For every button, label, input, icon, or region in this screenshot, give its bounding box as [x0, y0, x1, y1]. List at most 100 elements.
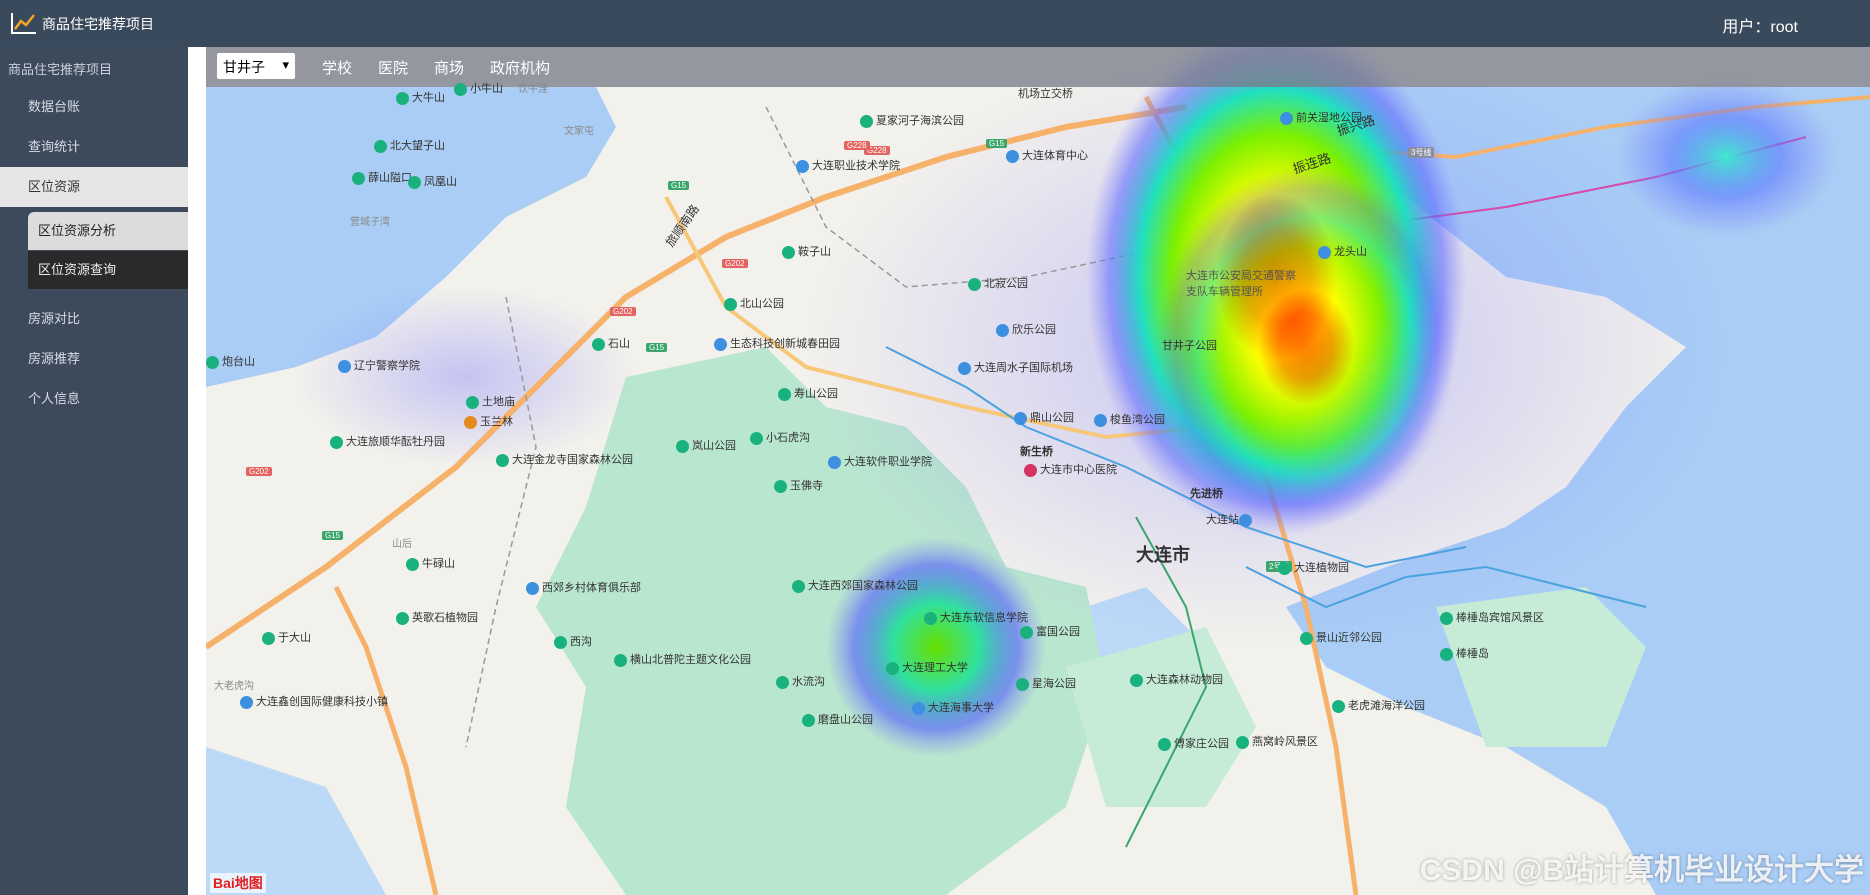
poi-marker[interactable]: 大连植物园	[1278, 559, 1349, 575]
park-icon	[750, 431, 763, 445]
poi-marker[interactable]: 辽宁警察学院	[338, 357, 420, 373]
sidebar-subitem-resource-analysis[interactable]: 区位资源分析	[28, 212, 188, 250]
poi-marker[interactable]: 大连旅顺华酝牡丹园	[330, 433, 445, 449]
poi-marker[interactable]: 北大望子山	[374, 137, 445, 153]
museum-icon	[464, 415, 477, 429]
poi-marker[interactable]: 大连软件职业学院	[828, 453, 932, 469]
tab-school[interactable]: 学校	[322, 57, 352, 78]
park-icon	[1158, 737, 1171, 751]
map-view[interactable]: 甘井子 ▾ 学校 医院 商场 政府机构 G228 G15 G202 G202 G…	[206, 47, 1870, 895]
poi-marker[interactable]: 棒棰岛宾馆风景区	[1440, 609, 1544, 625]
park-icon	[614, 653, 627, 667]
poi-marker[interactable]: 水流沟	[776, 673, 825, 689]
park-icon	[554, 635, 567, 649]
district-select[interactable]: 甘井子 ▾	[216, 52, 296, 80]
poi-marker[interactable]: 大连站	[1206, 511, 1255, 527]
poi-marker[interactable]: 大连森林动物园	[1130, 671, 1223, 687]
poi-marker[interactable]: 凤凰山	[408, 173, 457, 189]
park-icon	[782, 245, 795, 259]
poi-marker[interactable]: 北山公园	[724, 295, 784, 311]
park-icon	[968, 277, 981, 291]
poi-marker[interactable]: 大连周水子国际机场	[958, 359, 1073, 375]
poi-marker[interactable]: 玉佛寺	[774, 477, 823, 493]
poi-marker[interactable]: 生态科技创新城春田园	[714, 335, 840, 351]
poi-marker[interactable]: 富国公园	[1020, 623, 1080, 639]
sidebar-item-data-ledger[interactable]: 数据台账	[0, 87, 188, 127]
poi-marker[interactable]: 石山	[592, 335, 630, 351]
poi-marker[interactable]: 炮台山	[206, 353, 255, 369]
school-icon	[912, 701, 925, 715]
park-icon	[802, 713, 815, 727]
poi-marker[interactable]: 横山北普陀主题文化公园	[614, 651, 751, 667]
poi-marker[interactable]: 大牛山	[396, 89, 445, 105]
poi-marker[interactable]: 大连市中心医院	[1024, 461, 1117, 477]
poi-marker[interactable]: 北寂公园	[968, 275, 1028, 291]
poi-marker[interactable]: 小牛山	[454, 80, 503, 96]
road-tag: G15	[322, 531, 344, 540]
poi-marker[interactable]: 大连市公安局交通警察支队车辆管理所	[1186, 267, 1306, 299]
poi-marker[interactable]: 小石虎沟	[750, 429, 810, 445]
place-label: 山后	[392, 539, 412, 550]
tab-government[interactable]: 政府机构	[490, 57, 550, 78]
poi-marker[interactable]: 傅家庄公园	[1158, 735, 1229, 751]
poi-marker[interactable]: 大连体育中心	[1006, 147, 1088, 163]
poi-marker[interactable]: 大连西郊国家森林公园	[792, 577, 918, 593]
sidebar-item-query-stats[interactable]: 查询统计	[0, 127, 188, 167]
poi-marker[interactable]: 鼎山公园	[1014, 409, 1074, 425]
poi-marker[interactable]: 欣乐公园	[996, 321, 1056, 337]
school-icon	[796, 159, 809, 173]
place-label: 文家屯	[564, 126, 594, 137]
poi-marker[interactable]: 牛碌山	[406, 555, 455, 571]
poi-marker[interactable]: 星海公园	[1016, 675, 1076, 691]
park-icon	[1236, 735, 1249, 749]
poi-marker[interactable]: 英歌石植物园	[396, 609, 478, 625]
poi-marker[interactable]: 寿山公园	[778, 385, 838, 401]
sidebar-subitem-resource-query[interactable]: 区位资源查询	[28, 251, 188, 289]
poi-marker[interactable]: 龙头山	[1318, 243, 1367, 259]
poi-marker[interactable]: 景山近邻公园	[1300, 629, 1382, 645]
poi-marker[interactable]: 大连鑫创国际健康科技小镇	[240, 693, 388, 709]
poi-marker[interactable]: 岚山公园	[676, 437, 736, 453]
poi-marker[interactable]: 燕窝岭风景区	[1236, 733, 1318, 749]
poi-marker[interactable]: 西沟	[554, 633, 592, 649]
road-tag: 3号线	[1408, 147, 1435, 158]
road-tag: G15	[668, 181, 690, 190]
sidebar-item-housing-recommend[interactable]: 房源推荐	[0, 339, 188, 379]
poi-marker[interactable]: 于大山	[262, 629, 311, 645]
poi-marker[interactable]: 薛山隘口	[352, 169, 412, 185]
poi-marker[interactable]: 土地庙	[466, 393, 515, 409]
poi-marker[interactable]: 先进桥	[1190, 485, 1223, 501]
sidebar-item-housing-compare[interactable]: 房源对比	[0, 299, 188, 339]
poi-marker[interactable]: 甘井子公园	[1162, 337, 1217, 353]
park-icon	[1016, 677, 1029, 691]
poi-marker[interactable]: 夏家河子海滨公园	[860, 112, 964, 128]
poi-marker[interactable]: 西郊乡村体育俱乐部	[526, 579, 641, 595]
road-tag: G15	[986, 139, 1008, 148]
park-icon	[454, 82, 467, 96]
poi-marker[interactable]: 新生桥	[1020, 443, 1053, 459]
stadium-icon	[1006, 149, 1019, 163]
sidebar-item-location-resources[interactable]: 区位资源	[0, 167, 188, 207]
user-label[interactable]: 用户：root	[1722, 13, 1798, 37]
park-icon	[1440, 647, 1453, 661]
tab-hospital[interactable]: 医院	[378, 57, 408, 78]
csdn-watermark: CSDN @B站计算机毕业设计大学	[1419, 854, 1864, 887]
park-icon	[396, 91, 409, 105]
poi-marker[interactable]: 大连职业技术学院	[796, 157, 900, 173]
poi-marker[interactable]: 大连理工大学	[886, 659, 968, 675]
poi-marker[interactable]: 玉兰林	[464, 413, 513, 429]
park-icon	[776, 675, 789, 689]
poi-marker[interactable]: 大连金龙寺国家森林公园	[496, 451, 633, 467]
poi-marker[interactable]: 机场立交桥	[1018, 85, 1073, 101]
poi-marker[interactable]: 鞍子山	[782, 243, 831, 259]
park-icon	[1300, 631, 1313, 645]
poi-marker[interactable]: 老虎滩海洋公园	[1332, 697, 1425, 713]
sidebar-item-profile[interactable]: 个人信息	[0, 379, 188, 419]
tab-mall[interactable]: 商场	[434, 57, 464, 78]
park-icon	[1014, 411, 1027, 425]
poi-marker[interactable]: 梭鱼湾公园	[1094, 411, 1165, 427]
poi-marker[interactable]: 大连海事大学	[912, 699, 994, 715]
poi-marker[interactable]: 棒棰岛	[1440, 645, 1489, 661]
poi-marker[interactable]: 磨盘山公园	[802, 711, 873, 727]
poi-marker[interactable]: 大连东软信息学院	[924, 609, 1028, 625]
